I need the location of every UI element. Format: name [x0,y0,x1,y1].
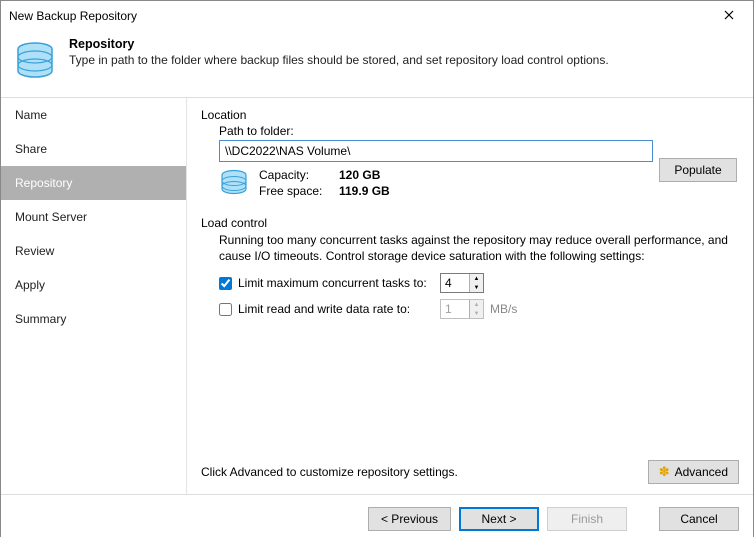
load-section-label: Load control [201,216,739,230]
populate-button[interactable]: Populate [659,158,737,182]
limit-tasks-label[interactable]: Limit maximum concurrent tasks to: [238,276,434,290]
close-icon [724,10,734,20]
advanced-button-label: Advanced [675,465,728,479]
limit-tasks-value[interactable] [441,274,469,292]
limit-tasks-checkbox[interactable] [219,277,232,290]
gear-icon: ✽ [659,464,670,480]
header-heading: Repository [69,37,609,51]
wizard-header: Repository Type in path to the folder wh… [1,31,753,97]
sidebar-step-name[interactable]: Name [1,98,186,132]
sidebar-step-share[interactable]: Share [1,132,186,166]
limit-rate-spinner[interactable]: ▲ ▼ [440,299,484,319]
sidebar-step-summary[interactable]: Summary [1,302,186,336]
sidebar-step-apply[interactable]: Apply [1,268,186,302]
limit-rate-label[interactable]: Limit read and write data rate to: [238,302,434,316]
limit-tasks-spinner[interactable]: ▲ ▼ [440,273,484,293]
advanced-button[interactable]: ✽ Advanced [648,460,739,484]
spinner-up-icon[interactable]: ▲ [470,274,483,283]
location-section-label: Location [201,108,739,122]
path-label: Path to folder: [219,124,739,138]
sidebar-step-repository[interactable]: Repository [1,166,186,200]
titlebar: New Backup Repository [1,1,753,31]
wizard-main: Location Path to folder: Populate Capaci… [187,98,753,494]
capacity-value: 120 GB [339,168,390,182]
next-button[interactable]: Next > [459,507,539,531]
window-title: New Backup Repository [9,9,137,23]
advanced-hint: Click Advanced to customize repository s… [201,465,458,479]
limit-rate-checkbox[interactable] [219,303,232,316]
sidebar-step-review[interactable]: Review [1,234,186,268]
spinner-up-icon[interactable]: ▲ [470,300,483,309]
wizard-button-bar: < Previous Next > Finish Cancel [1,494,753,542]
spinner-down-icon[interactable]: ▼ [470,283,483,292]
capacity-label: Capacity: [259,168,339,182]
freespace-value: 119.9 GB [339,184,390,198]
header-subheading: Type in path to the folder where backup … [69,53,609,67]
path-input[interactable] [219,140,653,162]
spinner-down-icon[interactable]: ▼ [470,309,483,318]
wizard-sidebar: NameShareRepositoryMount ServerReviewApp… [1,98,187,494]
repository-icon [13,39,57,83]
disk-icon [219,168,249,198]
load-description: Running too many concurrent tasks agains… [219,232,729,264]
previous-button[interactable]: < Previous [368,507,451,531]
rate-unit: MB/s [490,302,517,316]
sidebar-step-mount-server[interactable]: Mount Server [1,200,186,234]
finish-button: Finish [547,507,627,531]
freespace-label: Free space: [259,184,339,198]
limit-rate-value [441,300,469,318]
cancel-button[interactable]: Cancel [659,507,739,531]
close-button[interactable] [709,1,749,29]
